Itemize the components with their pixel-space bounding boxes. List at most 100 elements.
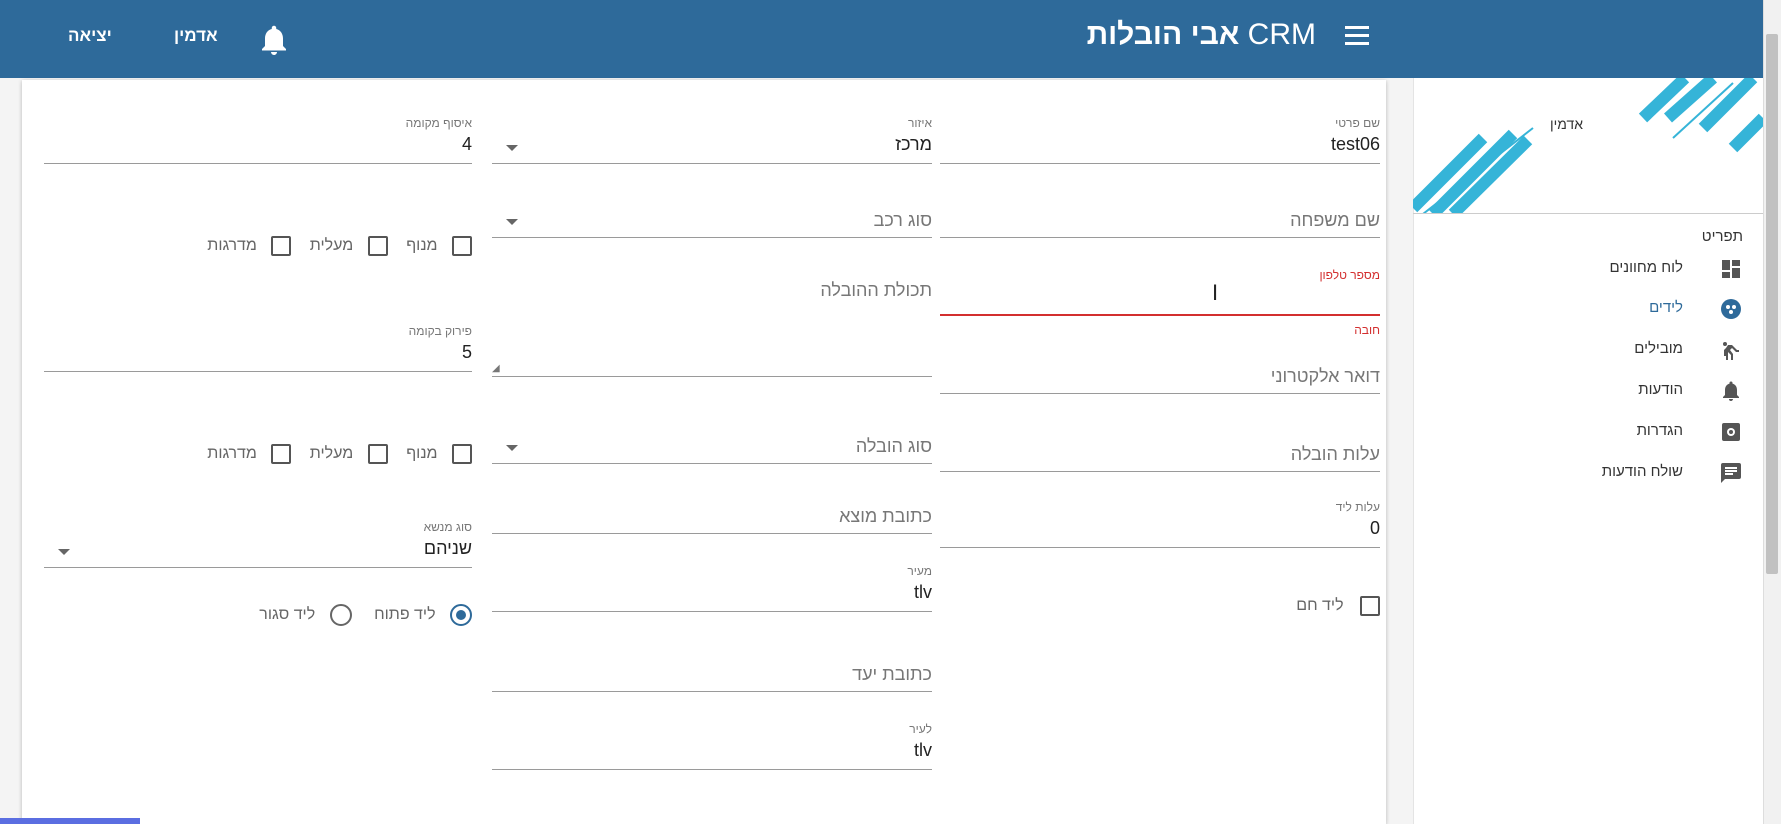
vehicle-type-placeholder: סוג רכב (873, 210, 932, 230)
closed-lead-label: ליד סגור (259, 606, 316, 623)
first-name-value: test06 (1330, 134, 1380, 154)
move-type-select[interactable]: סוג הובלה (492, 400, 932, 464)
from-city-field[interactable]: מעיר tlv (492, 564, 932, 612)
open-lead-radio[interactable] (450, 604, 472, 626)
sidebar-item-dashboard[interactable]: לוח מחוונים (1413, 250, 1763, 290)
unload-floor-label: פירוק בקומה (408, 324, 472, 338)
dest-address-field[interactable]: כתובת יעד (492, 642, 932, 692)
move-content-placeholder: תכולת ההובלה (820, 280, 932, 300)
unload-elevator-label: מעלית (309, 445, 354, 462)
unload-floor-field[interactable]: פירוק בקומה 5 (44, 324, 472, 372)
subject-type-value: שניהם (423, 538, 472, 558)
hot-lead-row: ליד חם (940, 596, 1380, 622)
phone-error-text: חובה (1354, 323, 1380, 337)
subject-type-label: סוג מנשא (423, 520, 472, 534)
chevron-down-icon (58, 549, 70, 555)
pickup-floor-value: 4 (461, 134, 472, 154)
resize-handle-icon[interactable]: ◢ (492, 363, 500, 374)
closed-lead-radio[interactable] (329, 604, 352, 626)
move-type-placeholder: סוג הובלה (855, 436, 932, 456)
unload-stairs-checkbox[interactable] (271, 444, 292, 464)
app-title-name: אבי הובלות (1086, 18, 1240, 51)
pickup-options-row: מנוף מעלית מדרגות (44, 236, 472, 262)
lead-status-row: ליד פתוח ליד סגור (44, 604, 472, 630)
to-city-value: tlv (914, 740, 932, 760)
unload-stairs-label: מדרגות (207, 445, 257, 462)
sidebar-item-movers[interactable]: מובילים (1413, 331, 1763, 371)
unload-options-row: מנוף מעלית מדרגות (44, 444, 472, 470)
text-cursor-icon: I (1212, 280, 1219, 305)
email-field[interactable]: דואר אלקטרוני (940, 344, 1380, 394)
from-city-value: tlv (914, 582, 932, 602)
to-city-field[interactable]: לעיר tlv (492, 722, 932, 770)
app-title: CRM אבי הובלות (1087, 18, 1316, 52)
area-select[interactable]: איזור מרכז (492, 116, 932, 164)
sidebar-item-label: הגדרות (1636, 422, 1683, 439)
sidebar-item-notifications[interactable]: הודעות (1413, 372, 1763, 412)
taskbar-strip (0, 818, 140, 824)
bell-icon[interactable] (256, 20, 292, 60)
pickup-crane-label: מנוף (406, 237, 438, 254)
chevron-down-icon (506, 145, 518, 151)
pickup-floor-label: איסוף מקומה (405, 116, 472, 130)
bell-icon (1719, 379, 1743, 403)
scrollbar-thumb[interactable] (1766, 34, 1778, 574)
movers-icon (1719, 338, 1743, 362)
vehicle-type-select[interactable]: סוג רכב (492, 188, 932, 238)
page-scrollbar[interactable] (1763, 0, 1781, 824)
chevron-down-icon (506, 219, 518, 225)
pickup-crane-checkbox[interactable] (452, 236, 472, 256)
leads-icon (1719, 297, 1743, 321)
area-label: איזור (907, 116, 932, 130)
last-name-field[interactable]: שם משפחה (940, 188, 1380, 238)
pickup-stairs-checkbox[interactable] (271, 236, 292, 256)
pickup-elevator-label: מעלית (309, 237, 354, 254)
lead-cost-field[interactable]: עלות ליד 0 (940, 500, 1380, 548)
sidebar-banner: אדמין (1413, 78, 1763, 214)
origin-address-placeholder: כתובת מוצא (839, 506, 932, 526)
sidebar-item-settings[interactable]: הגדרות (1413, 413, 1763, 453)
lead-cost-label: עלות ליד (1335, 500, 1380, 514)
dashboard-icon (1719, 257, 1743, 281)
pickup-stairs-label: מדרגות (207, 237, 257, 254)
email-placeholder: דואר אלקטרוני (1270, 366, 1380, 386)
top-app-bar: CRM אבי הובלות אדמין יציאה (0, 0, 1781, 78)
sidebar-user-name: אדמין (1549, 116, 1583, 132)
subject-type-select[interactable]: סוג מנשא שניהם (44, 520, 472, 568)
menu-section-title: תפריט (1701, 228, 1743, 245)
move-cost-field[interactable]: עלות הובלה (940, 422, 1380, 472)
sidebar-item-message-sender[interactable]: שולח הודעות (1413, 454, 1763, 494)
banner-stripes-graphic (1413, 78, 1763, 213)
app-title-crm: CRM (1247, 18, 1316, 51)
area-value: מרכז (895, 134, 932, 154)
unload-crane-checkbox[interactable] (452, 444, 472, 464)
sidebar: אדמין תפריט לוח מחוונים לידים מובילים הו… (1413, 78, 1763, 824)
settings-icon (1719, 420, 1743, 444)
logout-button[interactable]: יציאה (68, 26, 112, 46)
first-name-label: שם פרטי (1335, 116, 1380, 130)
move-content-textarea[interactable]: תכולת ההובלה ◢ (492, 260, 932, 377)
pickup-floor-field[interactable]: איסוף מקומה 4 (44, 116, 472, 164)
unload-crane-label: מנוף (406, 445, 438, 462)
origin-address-field[interactable]: כתובת מוצא (492, 484, 932, 534)
first-name-field[interactable]: שם פרטי test06 (940, 116, 1380, 164)
hot-lead-label: ליד חם (1296, 597, 1344, 614)
move-cost-placeholder: עלות הובלה (1290, 444, 1380, 464)
phone-label: מספר טלפון (1319, 268, 1380, 282)
open-lead-label: ליד פתוח (374, 606, 436, 623)
lead-cost-value: 0 (1369, 518, 1380, 538)
sidebar-item-label: לוח מחוונים (1609, 259, 1683, 276)
unload-floor-value: 5 (461, 342, 472, 362)
admin-button[interactable]: אדמין (174, 26, 218, 46)
sidebar-item-label: מובילים (1634, 340, 1683, 357)
sidebar-item-leads[interactable]: לידים (1413, 290, 1763, 330)
unload-elevator-checkbox[interactable] (367, 444, 388, 464)
lead-form-card: שם פרטי test06 שם משפחה מספר טלפון חובה … (22, 80, 1386, 824)
hamburger-icon[interactable] (1345, 26, 1369, 46)
sidebar-item-label: הודעות (1638, 381, 1683, 398)
pickup-elevator-checkbox[interactable] (367, 236, 388, 256)
from-city-label: מעיר (907, 564, 932, 578)
to-city-label: לעיר (909, 722, 932, 736)
hot-lead-checkbox[interactable] (1360, 596, 1380, 616)
phone-field[interactable]: מספר טלפון (940, 268, 1380, 316)
